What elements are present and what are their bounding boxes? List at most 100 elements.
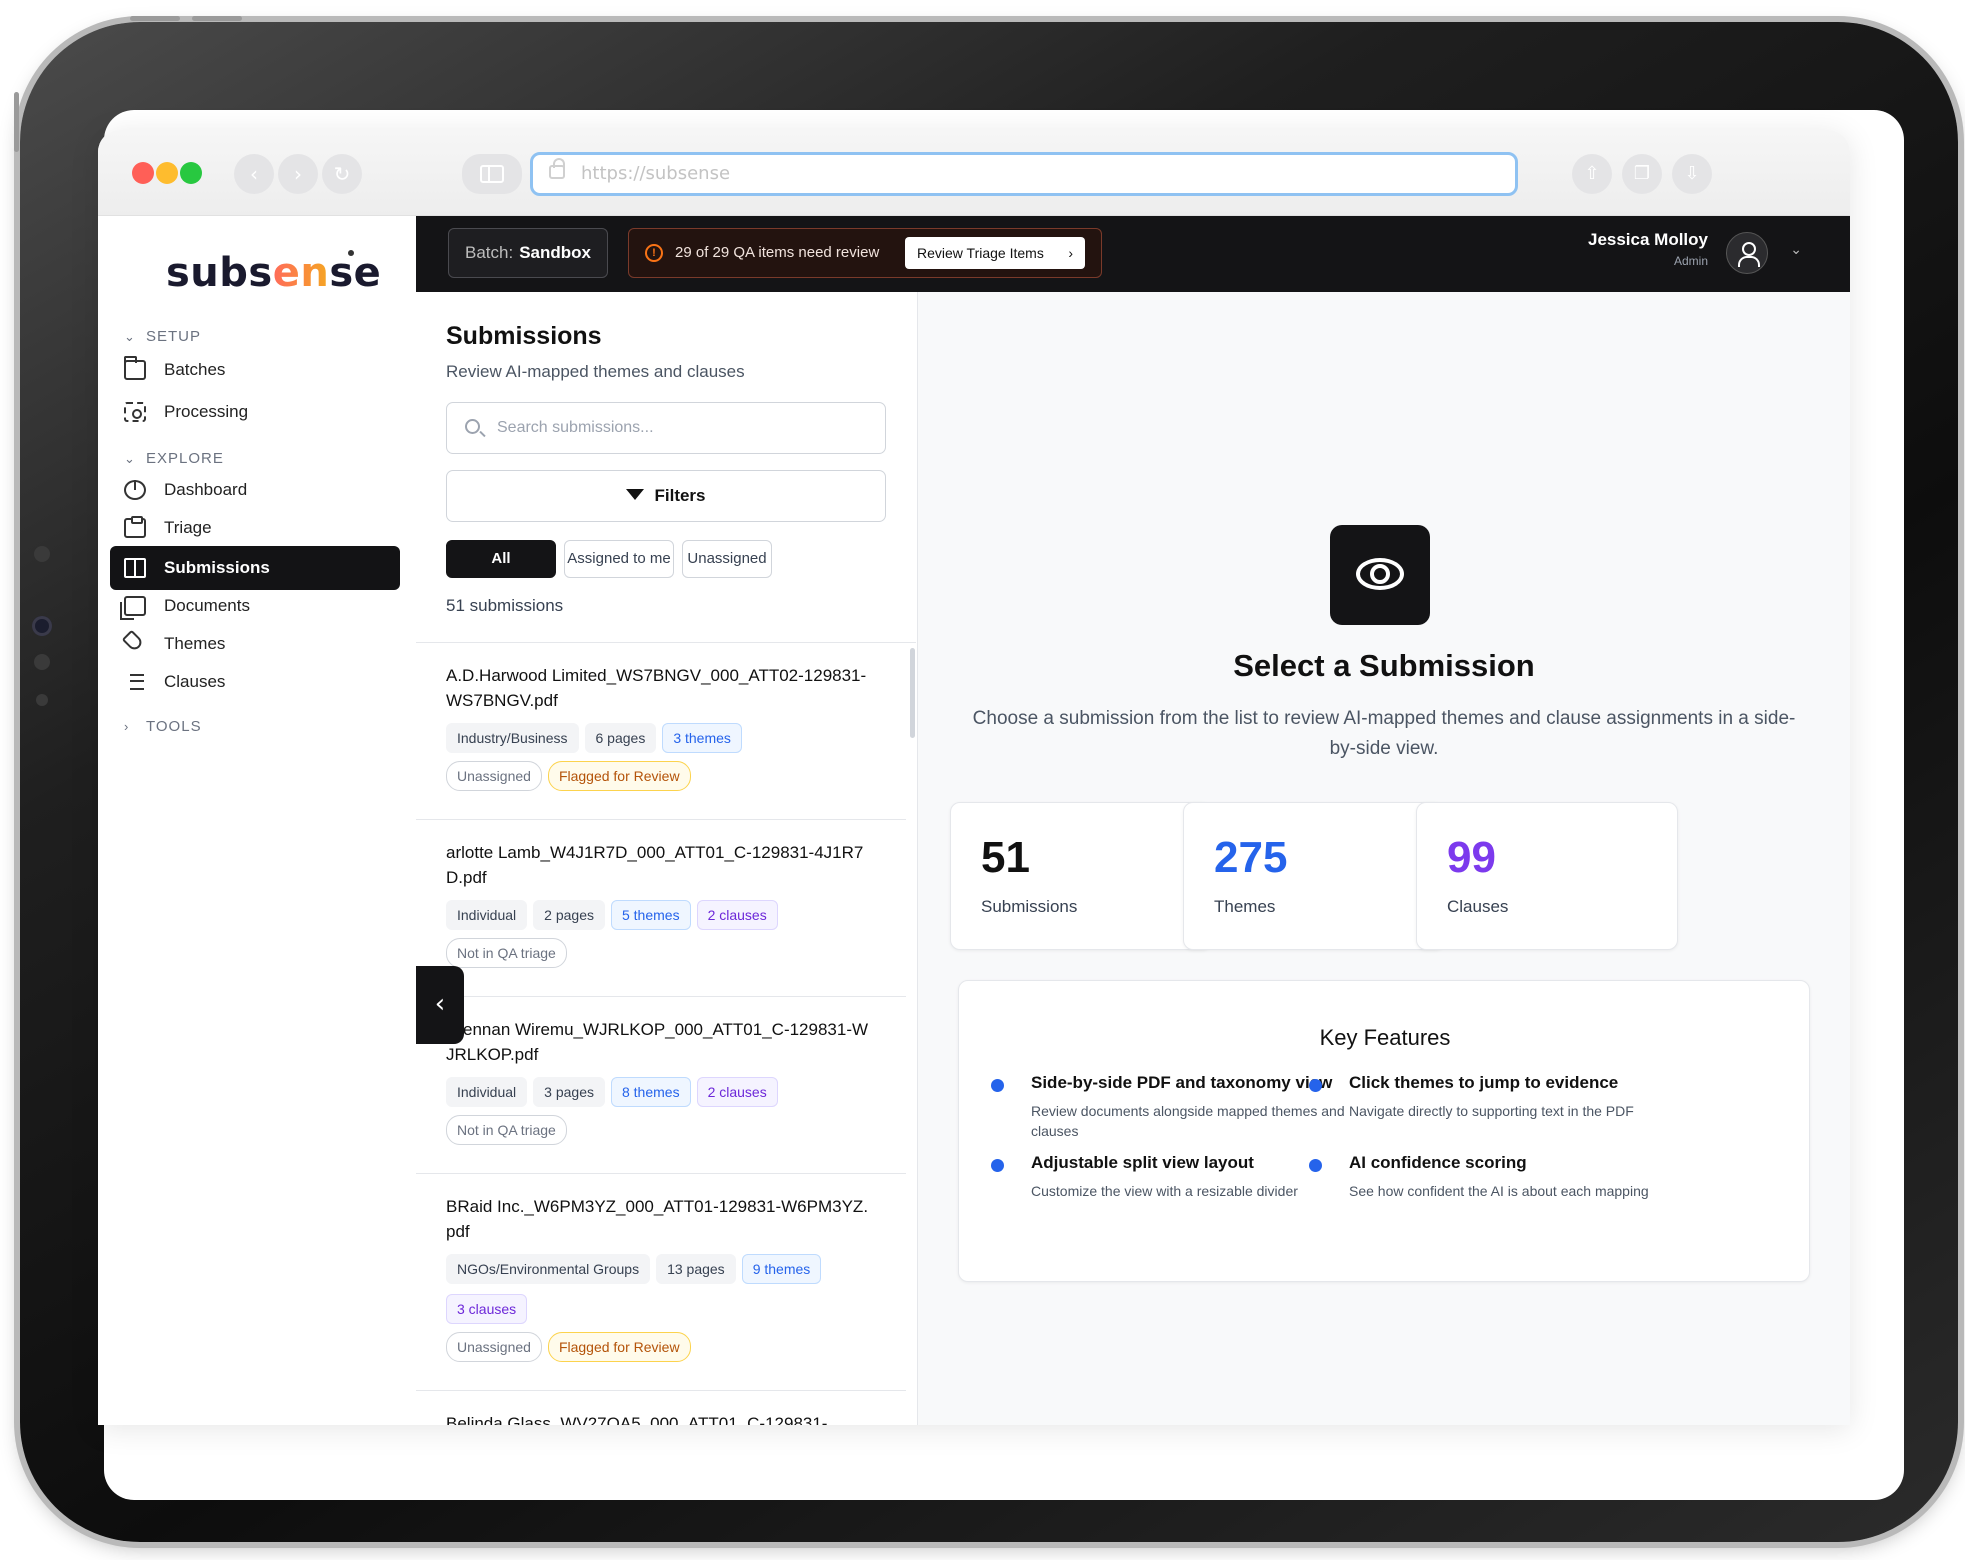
segment-unassigned[interactable]: Unassigned bbox=[682, 540, 772, 578]
bullet-dot bbox=[1309, 1159, 1322, 1172]
stat-card-submissions: 51 Submissions bbox=[950, 802, 1212, 950]
review-triage-button[interactable]: Review Triage Items › bbox=[905, 237, 1085, 269]
search-input[interactable]: Search submissions... bbox=[446, 402, 886, 454]
minimize-window-button[interactable] bbox=[156, 162, 178, 184]
sidebar-item-processing[interactable]: Processing bbox=[110, 390, 400, 434]
filter-icon bbox=[626, 489, 645, 501]
info-badge: 9 themes bbox=[741, 1254, 822, 1284]
back-icon[interactable]: ‹ bbox=[234, 154, 274, 194]
section-label: EXPLORE bbox=[146, 450, 224, 467]
status-badge: Flagged for Review bbox=[547, 1332, 691, 1362]
submission-tags: Individual 2 pages 5 themes 2 clauses bbox=[446, 900, 876, 940]
stat-value: 51 bbox=[981, 833, 1030, 882]
panel-title: Submissions bbox=[446, 322, 602, 350]
submission-card[interactable]: BRaid Inc._W6PM3YZ_000_ATT01-129831-W6PM… bbox=[416, 1174, 906, 1391]
section-header-explore[interactable]: ⌄ EXPLORE bbox=[124, 450, 224, 467]
browser-toolbar: ‹ › ↻ https://subsense ⇧ ❐ ⇩ bbox=[98, 130, 1850, 216]
user-avatar-icon[interactable] bbox=[1726, 232, 1768, 274]
segment-all-submissions[interactable]: All submissions bbox=[446, 540, 556, 603]
app-root: subsense ⌄ SETUP Batches Processing ⌄ EXPL… bbox=[98, 216, 1850, 1425]
info-badge: 13 pages bbox=[656, 1254, 736, 1284]
info-badge: Industry/Business bbox=[446, 723, 579, 753]
share-icon[interactable]: ⇧ bbox=[1572, 154, 1612, 194]
alert-text: 29 of 29 QA items need review bbox=[675, 244, 880, 261]
submission-filename: Brennan Wiremu_WJRLKOP_000_ATT01_C-12983… bbox=[446, 1020, 869, 1064]
submission-status: Not in QA triage bbox=[446, 938, 876, 978]
list-scrollbar[interactable] bbox=[910, 648, 915, 738]
close-window-button[interactable] bbox=[132, 162, 154, 184]
submission-filename: arlotte Lamb_W4J1R7D_000_ATT01_C-129831-… bbox=[446, 843, 864, 887]
features-title: Key Features bbox=[1319, 1025, 1451, 1050]
sidebar-item-label: Dashboard bbox=[164, 480, 248, 499]
top-bar: Batch: Sandbox ! 29 of 29 QA items need r… bbox=[416, 216, 1850, 292]
filters-button[interactable]: Filters bbox=[446, 470, 886, 522]
status-badge: Unassigned bbox=[446, 761, 542, 791]
submission-card[interactable]: Belinda Glass_WV27QA5_000_ATT01_C-129831… bbox=[416, 1391, 906, 1425]
maximize-window-button[interactable] bbox=[180, 162, 202, 184]
chevron-down-icon: ⌄ bbox=[124, 329, 136, 344]
tag-icon bbox=[121, 629, 145, 653]
sensor-dot bbox=[34, 546, 50, 562]
volume-button bbox=[130, 16, 180, 21]
section-header-setup[interactable]: ⌄ SETUP bbox=[124, 328, 201, 345]
submission-status: Unassigned Flagged for Review bbox=[446, 1332, 876, 1372]
eye-icon bbox=[1330, 525, 1430, 625]
sidebar-item-batches[interactable]: Batches bbox=[110, 348, 400, 392]
button-label: Filters bbox=[654, 486, 706, 505]
sensor-dot bbox=[34, 654, 50, 670]
submission-card[interactable]: arlotte Lamb_W4J1R7D_000_ATT01_C-129831-… bbox=[416, 820, 906, 997]
sidebar-item-clauses[interactable]: Clauses bbox=[110, 660, 400, 704]
submission-filename: Belinda Glass_WV27QA5_000_ATT01_C-129831… bbox=[446, 1414, 828, 1425]
submission-count: 51 submissions bbox=[446, 596, 564, 615]
reload-icon[interactable]: ↻ bbox=[322, 154, 362, 194]
url-bar[interactable]: https://subsense bbox=[530, 152, 1518, 196]
collapse-panel-button[interactable]: ‹ bbox=[416, 966, 464, 1044]
forward-icon[interactable]: › bbox=[278, 154, 318, 194]
power-button bbox=[14, 92, 19, 152]
search-icon bbox=[465, 419, 480, 434]
camera-lens bbox=[32, 616, 52, 636]
tabs-icon[interactable]: ❐ bbox=[1622, 154, 1662, 194]
submission-card[interactable]: A.D.Harwood Limited_WS7BNGV_000_ATT02-12… bbox=[416, 643, 906, 820]
info-badge: Individual bbox=[446, 1077, 528, 1107]
chevron-right-icon: › bbox=[1068, 245, 1073, 261]
submission-tags: NGOs/Environmental Groups 13 pages 9 theme… bbox=[446, 1254, 876, 1334]
section-header-tools[interactable]: › TOOLS bbox=[124, 718, 202, 735]
key-features-card: Key Features Side-by-side PDF and taxono… bbox=[958, 980, 1810, 1282]
sidebar-item-label: Submissions bbox=[164, 558, 270, 577]
batch-label: Batch: bbox=[465, 243, 514, 262]
feature-description: See how confident the AI is about each m… bbox=[1349, 1183, 1649, 1199]
scan-icon bbox=[124, 402, 146, 422]
bullet-dot bbox=[991, 1079, 1004, 1092]
stat-value: 275 bbox=[1214, 833, 1288, 882]
user-role: Admin bbox=[1673, 254, 1708, 268]
submission-status: Unassigned Flagged for Review bbox=[446, 761, 876, 801]
info-badge: 6 pages bbox=[584, 723, 657, 753]
status-badge: Not in QA triage bbox=[446, 938, 567, 968]
submission-list: A.D.Harwood Limited_WS7BNGV_000_ATT02-12… bbox=[416, 642, 916, 1425]
info-badge: 2 pages bbox=[533, 900, 605, 930]
segment-assigned-to-me[interactable]: Assigned to me bbox=[564, 540, 674, 578]
info-badge: 3 themes bbox=[662, 723, 742, 753]
list-icon bbox=[124, 672, 146, 692]
clipboard-icon bbox=[124, 516, 146, 538]
submission-filename: A.D.Harwood Limited_WS7BNGV_000_ATT02-12… bbox=[446, 666, 867, 710]
submission-filename: BRaid Inc._W6PM3YZ_000_ATT01-129831-W6PM… bbox=[446, 1197, 869, 1241]
sidebar-toggle-icon[interactable] bbox=[462, 154, 522, 194]
submission-card[interactable]: Brennan Wiremu_WJRLKOP_000_ATT01_C-12983… bbox=[416, 997, 906, 1174]
main-content: Select a Submission Choose a submission … bbox=[918, 292, 1850, 1425]
status-badge: Unassigned bbox=[446, 1332, 542, 1362]
sidebar: subsense ⌄ SETUP Batches Processing ⌄ EXPL… bbox=[98, 216, 416, 1425]
info-badge: NGOs/Environmental Groups bbox=[446, 1254, 651, 1284]
alert-icon: ! bbox=[645, 244, 663, 262]
info-badge: 2 clauses bbox=[696, 1077, 778, 1107]
info-badge: 3 pages bbox=[533, 1077, 605, 1107]
batch-selector[interactable]: Batch: Sandbox bbox=[448, 228, 608, 278]
folder-icon bbox=[124, 356, 146, 380]
sidebar-item-triage[interactable]: Triage bbox=[110, 506, 400, 550]
download-icon[interactable]: ⇩ bbox=[1672, 154, 1712, 194]
stat-card-clauses: 99 Clauses bbox=[1416, 802, 1678, 950]
book-open-icon bbox=[124, 558, 146, 578]
subsense-logo[interactable]: subsense bbox=[166, 250, 381, 296]
chevron-down-icon[interactable]: ⌄ bbox=[1790, 242, 1802, 258]
